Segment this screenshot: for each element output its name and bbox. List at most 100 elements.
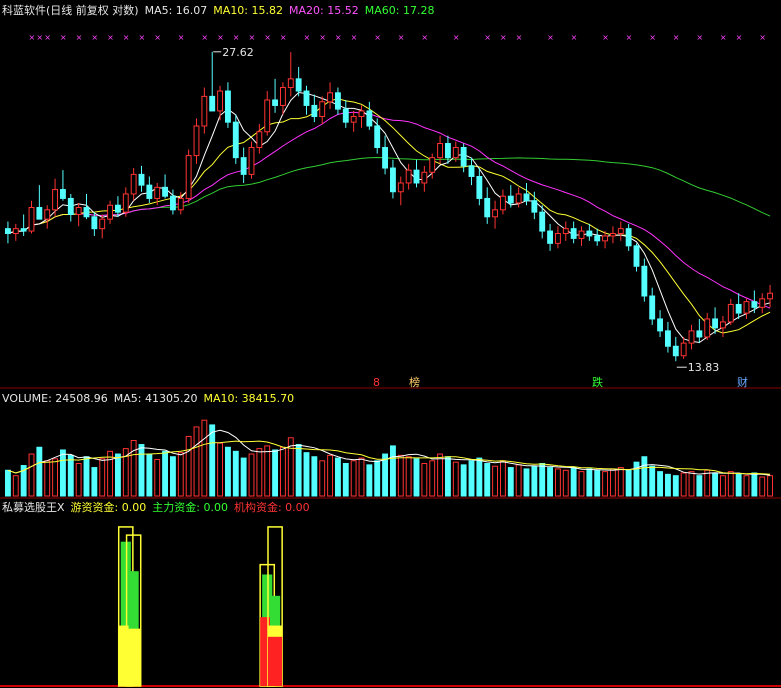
event-tag-drop[interactable]: 跌 [592, 376, 603, 389]
candle-body [727, 303, 734, 323]
volume-bar [279, 446, 286, 497]
candle-body [649, 295, 656, 320]
volume-bar [413, 458, 420, 497]
volume-bar [264, 445, 271, 497]
candle-body [75, 207, 82, 215]
candle-body [421, 171, 428, 184]
event-tag-1[interactable]: 8 [373, 376, 380, 389]
volume-bar [743, 475, 750, 497]
volume-bar [499, 460, 506, 497]
candle-body [12, 228, 19, 234]
signal-marker: × [280, 33, 287, 42]
candle-body [476, 176, 483, 199]
candle-body [279, 87, 286, 106]
volume-bar [767, 475, 774, 497]
volume-bar [28, 453, 35, 497]
candle-body [759, 298, 766, 308]
candle-body [492, 209, 499, 218]
volume-bar [169, 456, 176, 497]
volume-bar [327, 454, 334, 497]
candle-body [91, 216, 98, 230]
candle-body [67, 197, 74, 215]
candle-body [350, 116, 357, 123]
volume-bar [193, 426, 200, 497]
candle-body [374, 125, 381, 149]
signal-marker: × [335, 33, 342, 42]
candle-body [44, 209, 51, 220]
volume-bar [507, 467, 514, 497]
moving-averages [7, 91, 771, 344]
volume-bar [389, 445, 396, 497]
signal-marker: × [29, 33, 36, 42]
candle-body [767, 292, 774, 300]
volume-bar [240, 457, 247, 497]
event-tag-finance[interactable]: 财 [737, 376, 748, 389]
volume-bar [12, 475, 19, 497]
volume-bar [515, 464, 522, 497]
volume-bar [75, 463, 82, 497]
volume-bar [484, 463, 491, 497]
event-tag-rank[interactable]: 榜 [409, 376, 420, 389]
low-price-label: 13.83 [688, 361, 720, 374]
volume-bar [224, 446, 231, 497]
signal-marker: × [249, 33, 256, 42]
candle-body [240, 157, 247, 175]
candle-body [185, 155, 192, 199]
volume-bar [162, 450, 169, 497]
candle-body [295, 78, 302, 92]
volume-pane [4, 419, 774, 497]
candle-body [499, 195, 506, 211]
candle-body [36, 207, 43, 220]
stock-chart[interactable]: × × × × × × × × × × × × × × × × × × × × × × × × × × × × × × × × × × × × × × 2… [0, 0, 781, 688]
ma60-line [7, 156, 771, 234]
volume-bar [664, 473, 671, 497]
candle-body [334, 92, 341, 110]
volume-bar [444, 456, 451, 497]
signal-marker: × [264, 33, 271, 42]
candle-body [169, 195, 176, 211]
volume-bar [696, 475, 703, 497]
indicator-yellow-fill [126, 628, 141, 686]
signal-marker: × [602, 33, 609, 42]
candle-body [633, 245, 640, 267]
signal-marker: × [398, 33, 405, 42]
volume-bar [641, 456, 648, 497]
candle-body [193, 125, 200, 157]
candle-body [224, 90, 231, 123]
volume-bar [217, 442, 224, 497]
signal-marker: × [107, 33, 114, 42]
signal-marker: × [91, 33, 98, 42]
volume-bar [759, 476, 766, 497]
volume-bar [138, 444, 145, 497]
volume-bar [154, 458, 161, 497]
volume-bar [91, 467, 98, 497]
volume-bar [649, 465, 656, 497]
candle-body [287, 78, 294, 89]
ma5-line [7, 91, 771, 344]
volume-bar [311, 456, 318, 497]
candle-body [437, 143, 444, 159]
candle-body [452, 147, 459, 159]
volume-ma5-line [7, 429, 771, 476]
volume-bar [735, 473, 742, 497]
volume-bar [256, 448, 263, 497]
signal-marker: × [374, 33, 381, 42]
candle-body [256, 131, 263, 149]
candle-body [539, 211, 546, 232]
candle-body [248, 147, 255, 175]
candle-body [484, 197, 491, 218]
volume-bar [625, 469, 632, 497]
candle-body [162, 186, 169, 197]
candle-body [444, 143, 451, 159]
volume-bar [67, 454, 74, 497]
candle-body [570, 228, 577, 239]
candle-body [625, 228, 632, 247]
signal-marker: × [319, 33, 326, 42]
candle-body [177, 197, 184, 211]
volume-bar [578, 471, 585, 497]
volume-bar [531, 465, 538, 497]
signal-marker: × [233, 33, 240, 42]
candle-body [562, 228, 569, 234]
high-price-label: 27.62 [222, 46, 254, 59]
candle-body [460, 147, 467, 167]
